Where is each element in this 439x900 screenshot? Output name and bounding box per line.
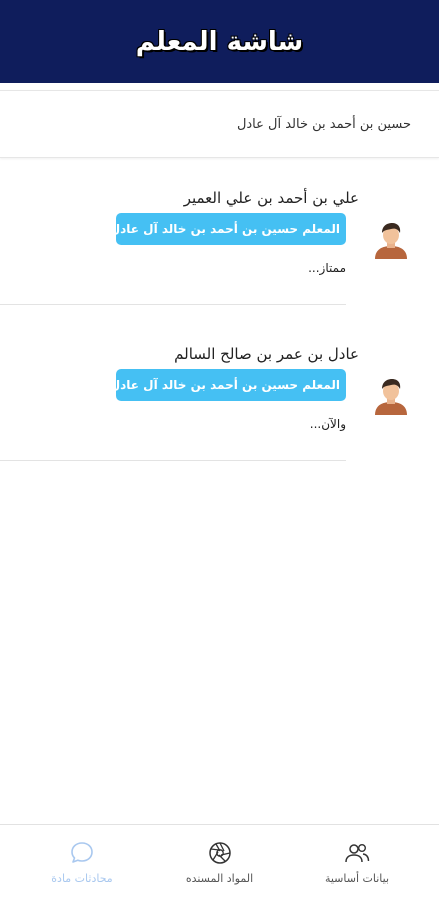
chat-list-item[interactable]: عادل بن عمر بن صالح السالم المعلم حسين ب… [0, 321, 439, 461]
teacher-badge: المعلم حسين بن أحمد بن خالد آل عادل [110, 369, 346, 401]
teacher-info-bar: حسين بن أحمد بن خالد آل عادل [0, 90, 439, 158]
chat-list-item[interactable]: علي بن أحمد بن علي العمير المعلم حسين بن… [0, 165, 439, 305]
teacher-name: حسين بن أحمد بن خالد آل عادل [236, 116, 411, 132]
avatar-icon [375, 379, 407, 415]
page-title: شاشة المعلم [135, 26, 304, 57]
aperture-icon [208, 842, 231, 864]
bottom-nav: محادثات مادة المواد المسنده بيانات أساسي… [0, 824, 439, 900]
nav-label: المواد المسنده [185, 872, 254, 885]
nav-item-subject-chats[interactable]: محادثات مادة [22, 840, 142, 885]
divider [0, 460, 346, 461]
nav-label: محادثات مادة [51, 872, 113, 885]
app-header: شاشة المعلم [0, 0, 439, 83]
nav-item-basic-data[interactable]: بيانات أساسية [297, 840, 417, 885]
divider [0, 304, 346, 305]
nav-label: بيانات أساسية [324, 872, 390, 885]
users-icon [345, 843, 370, 863]
chat-bubble-icon [71, 842, 93, 863]
avatar-icon [375, 223, 407, 259]
last-message: والآن... [309, 417, 346, 431]
teacher-badge: المعلم حسين بن أحمد بن خالد آل عادل [110, 213, 346, 245]
student-name: علي بن أحمد بن علي العمير [183, 189, 359, 207]
student-name: عادل بن عمر بن صالح السالم [174, 345, 359, 363]
nav-item-assigned-subjects[interactable]: المواد المسنده [160, 840, 280, 885]
last-message: ممتاز... [308, 261, 346, 275]
